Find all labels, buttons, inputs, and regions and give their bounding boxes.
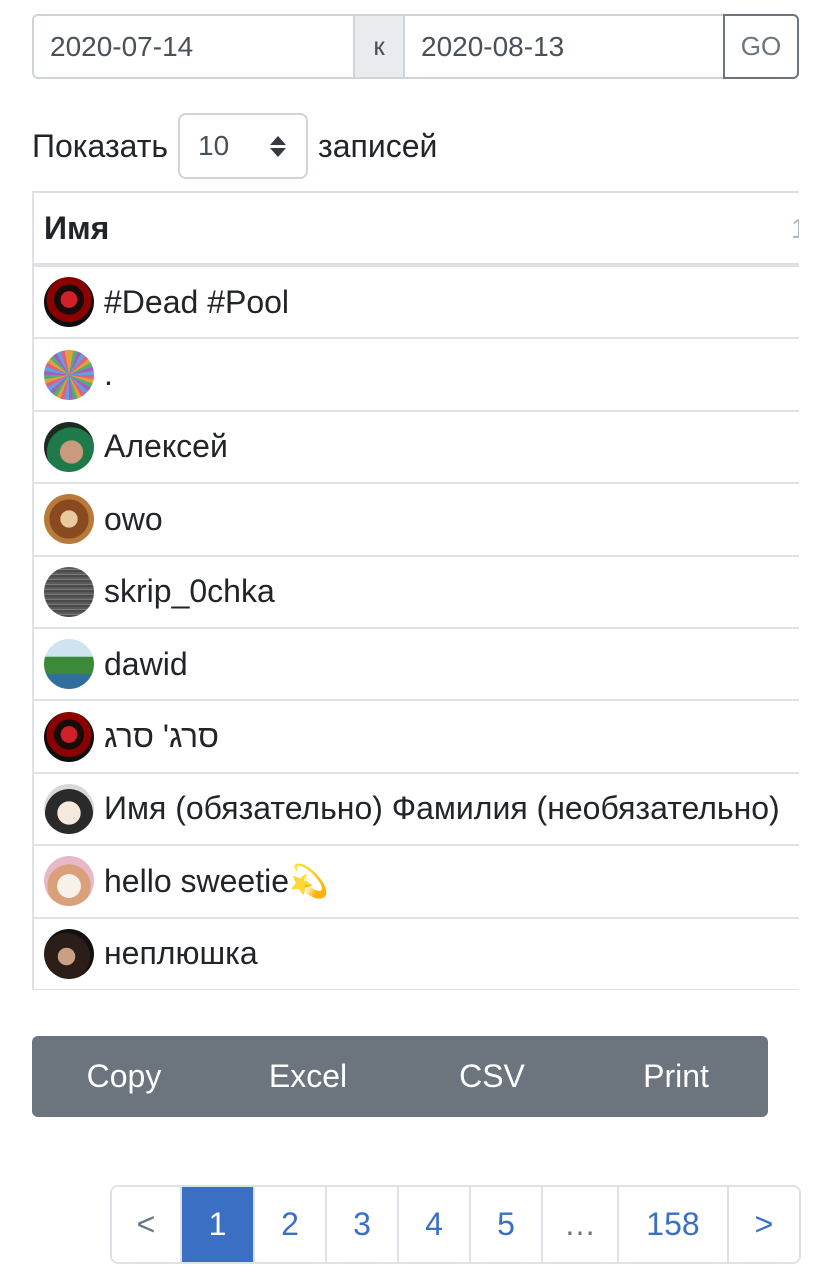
table-row: dawid bbox=[34, 629, 799, 702]
frog-meme-avatar bbox=[44, 639, 94, 690]
length-select-value: 10 bbox=[198, 130, 230, 161]
table-row: Имя (обязательно) Фамилия (необязательно… bbox=[34, 774, 799, 847]
date-from-input[interactable]: 2020-07-14 bbox=[32, 14, 353, 79]
portrait-avatar bbox=[44, 494, 94, 545]
pagination-page-4[interactable]: 4 bbox=[399, 1187, 471, 1262]
dog-flower-crown-avatar bbox=[44, 856, 94, 907]
length-control: Показать 10 записей bbox=[32, 113, 437, 179]
dark-portrait-avatar bbox=[44, 928, 94, 979]
excel-button[interactable]: Excel bbox=[216, 1036, 400, 1117]
row-name: Имя (обязательно) Фамилия (необязательно… bbox=[104, 790, 780, 827]
length-select[interactable]: 10 bbox=[178, 113, 309, 179]
pagination-prev-button[interactable]: < bbox=[112, 1187, 182, 1262]
table-header: Имя 1 bbox=[34, 193, 799, 267]
column-header-name[interactable]: Имя bbox=[44, 210, 109, 247]
table-row: hello sweetie💫 bbox=[34, 846, 799, 919]
colorful-noise-avatar bbox=[44, 349, 94, 400]
pagination-page-last[interactable]: 158 bbox=[619, 1187, 729, 1262]
date-range: 2020-07-14 к 2020-08-13 GO bbox=[32, 14, 799, 79]
row-name: dawid bbox=[104, 645, 188, 682]
users-table: Имя 1 #Dead #Pool . Алексей owo skrip_0c… bbox=[32, 191, 799, 990]
pagination: < 1 2 3 4 5 … 158 > bbox=[110, 1185, 801, 1264]
row-name: . bbox=[104, 356, 113, 393]
pagination-page-2[interactable]: 2 bbox=[255, 1187, 327, 1262]
table-row: . bbox=[34, 339, 799, 412]
csv-button[interactable]: CSV bbox=[400, 1036, 584, 1117]
copy-button[interactable]: Copy bbox=[32, 1036, 216, 1117]
pagination-ellipsis: … bbox=[543, 1187, 619, 1262]
select-arrows-icon bbox=[270, 135, 287, 157]
export-button-group: Copy Excel CSV Print bbox=[32, 1036, 768, 1117]
dark-red-superhero-avatar bbox=[44, 711, 94, 762]
table-row: owo bbox=[34, 484, 799, 557]
go-button[interactable]: GO bbox=[723, 14, 799, 79]
table-row: неплюшка bbox=[34, 919, 799, 990]
row-name: סרג' סרג bbox=[104, 718, 220, 755]
row-name: #Dead #Pool bbox=[104, 283, 290, 320]
pagination-next-button[interactable]: > bbox=[729, 1187, 799, 1262]
table-row: סרג' סרג bbox=[34, 701, 799, 774]
pagination-page-3[interactable]: 3 bbox=[327, 1187, 399, 1262]
table-row: #Dead #Pool bbox=[34, 267, 799, 340]
row-name: неплюшка bbox=[104, 935, 258, 972]
row-name: owo bbox=[104, 500, 163, 537]
date-separator: к bbox=[353, 14, 405, 79]
row-name: skrip_0chka bbox=[104, 573, 275, 610]
pagination-page-5[interactable]: 5 bbox=[471, 1187, 543, 1262]
row-name: hello sweetie💫 bbox=[104, 863, 329, 900]
gray-static-avatar bbox=[44, 566, 94, 617]
print-button[interactable]: Print bbox=[584, 1036, 768, 1117]
row-name: Алексей bbox=[104, 428, 228, 465]
anime-girl-avatar bbox=[44, 783, 94, 834]
date-to-input[interactable]: 2020-08-13 bbox=[405, 14, 723, 79]
green-hair-avatar bbox=[44, 421, 94, 472]
length-prefix-label: Показать bbox=[32, 127, 169, 164]
table-row: skrip_0chka bbox=[34, 557, 799, 629]
column-header-partial[interactable]: 1 bbox=[791, 213, 799, 245]
table-row: Алексей bbox=[34, 412, 799, 485]
length-suffix-label: записей bbox=[318, 127, 438, 164]
pagination-page-1[interactable]: 1 bbox=[182, 1187, 255, 1262]
dark-red-superhero-avatar bbox=[44, 277, 94, 328]
